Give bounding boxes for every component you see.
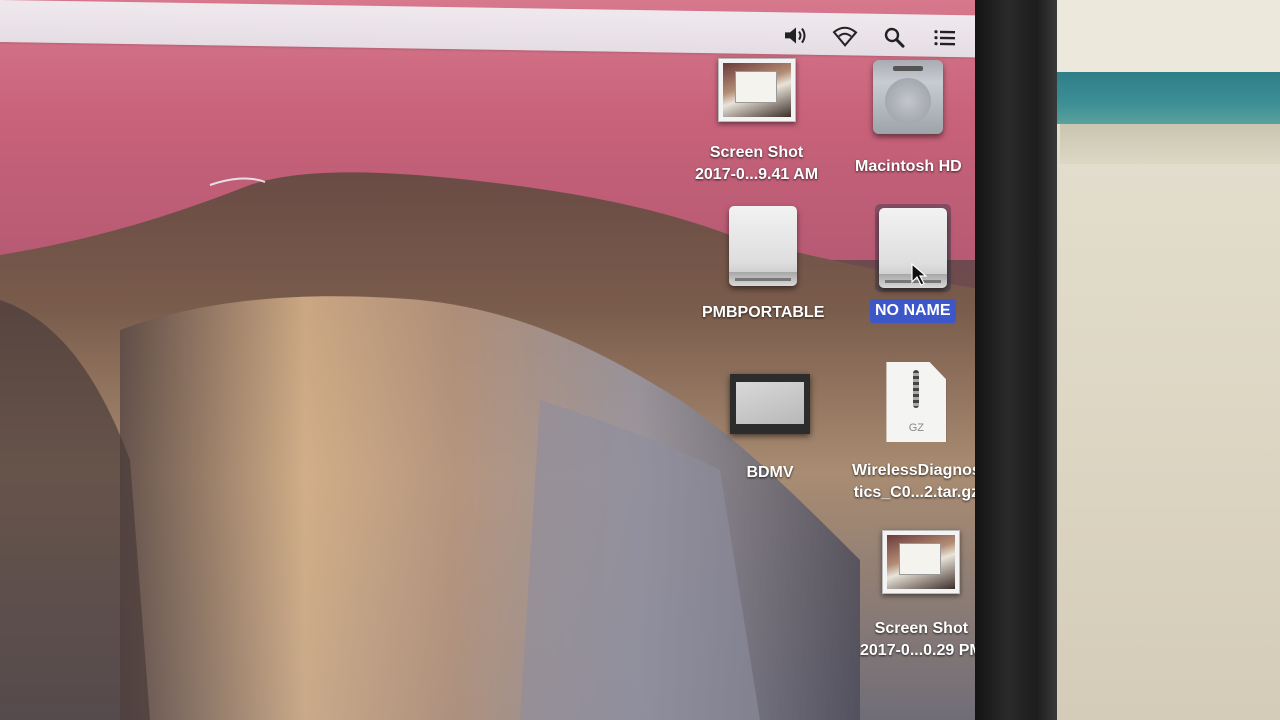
desktop-icon-macintosh-hd[interactable]: Macintosh HD [855, 60, 962, 178]
desktop-icon-label: WirelessDiagnos [852, 462, 981, 479]
external-drive-icon [729, 206, 798, 286]
wallpaper-mountain [0, 172, 985, 720]
desktop-icon-label-line2: 2017-0...0.29 PM [860, 642, 983, 659]
desktop-icon-label: Screen Shot [874, 620, 969, 637]
desktop-icon-label: Screen Shot [709, 144, 804, 161]
desktop-icon-label: PMBPORTABLE [702, 304, 825, 321]
disc-folder-icon [730, 374, 810, 434]
desktop-icon-label: NO NAME [870, 299, 956, 323]
screenshot-thumbnail-icon [882, 530, 961, 594]
background-wall-stripe [1055, 72, 1280, 124]
wifi-icon[interactable] [831, 23, 859, 49]
notification-center-icon[interactable] [931, 25, 959, 51]
gz-archive-icon: GZ [886, 362, 947, 442]
desktop-icon-label-line2: tics_C0...2.tar.gz [853, 484, 980, 501]
background-wall-top [1055, 0, 1280, 75]
desktop-icon-screenshot-1[interactable]: Screen Shot 2017-0...9.41 AM [695, 58, 818, 186]
mouse-pointer-icon [911, 263, 928, 286]
screenshot-thumbnail-icon [717, 58, 796, 122]
desktop-icon-label-line2: 2017-0...9.41 AM [695, 166, 819, 183]
desktop-icon-bdmv[interactable]: BDMV [730, 374, 810, 484]
desktop-icon-label: Macintosh HD [855, 158, 962, 175]
hard-drive-icon [873, 60, 944, 134]
menu-bar-status-icons [781, 22, 959, 51]
desktop-icon-screenshot-2[interactable]: Screen Shot 2017-0...0.29 PM [860, 530, 983, 662]
desktop-icon-wireless-diagnostics[interactable]: GZ WirelessDiagnos tics_C0...2.tar.gz [852, 362, 981, 504]
desktop-icon-label: BDMV [746, 464, 794, 481]
volume-icon[interactable] [781, 22, 809, 48]
background-wall-shade [1060, 124, 1280, 164]
monitor-bezel [975, 0, 1057, 720]
spotlight-search-icon[interactable] [881, 24, 909, 50]
desktop-icon-pmbportable[interactable]: PMBPORTABLE [702, 206, 824, 324]
desktop-screen: Screen Shot 2017-0...9.41 AM Macintosh H… [0, 0, 985, 720]
